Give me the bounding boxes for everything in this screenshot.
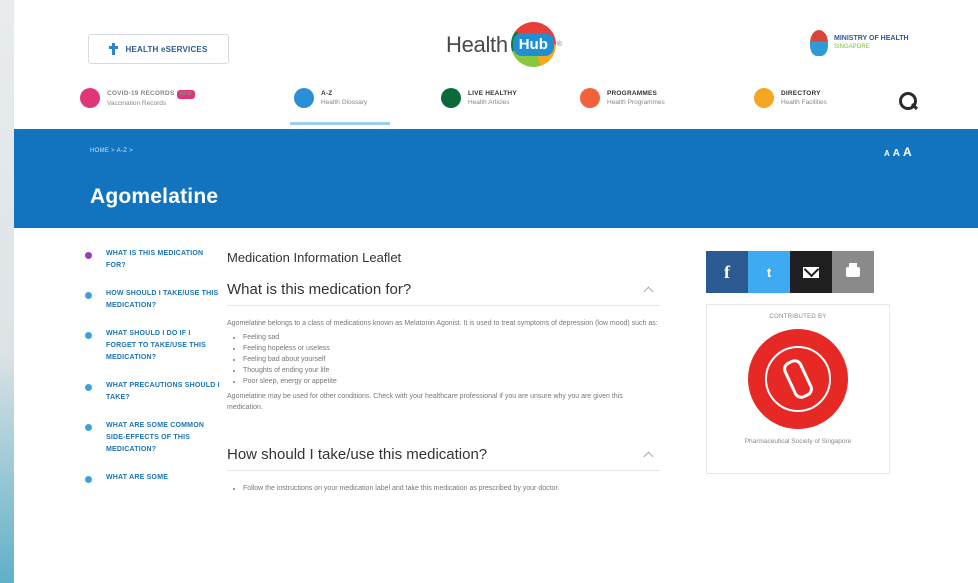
- nav-programmes[interactable]: PROGRAMMES Health Programmes: [580, 88, 665, 108]
- section-body: Agomelatine belongs to a class of medica…: [227, 318, 660, 413]
- page: HEALTH eSERVICES Health Hub ® MINISTRY O…: [14, 0, 978, 583]
- toc-dot-icon: [85, 292, 92, 299]
- text-size-controls: A A A: [884, 145, 912, 159]
- section-header-medication-for[interactable]: What is this medication for?: [227, 281, 660, 306]
- registered-mark: ®: [556, 41, 562, 48]
- new-badge: NEW: [176, 89, 195, 99]
- toc-item[interactable]: WHAT PRECAUTIONS SHOULD I TAKE?: [82, 380, 222, 404]
- medical-cross-icon: [109, 43, 119, 55]
- toc-dot-icon: [85, 476, 92, 483]
- section-heading: What is this medication for?: [227, 281, 412, 298]
- list-item: Feeling sad: [243, 332, 660, 343]
- page-banner: HOME > A-Z > A A A Agomelatine: [14, 129, 978, 228]
- toc-dot-icon: [85, 252, 92, 259]
- list-item: Follow the instructions on your medicati…: [243, 483, 660, 494]
- facebook-share-button[interactable]: f: [706, 251, 748, 293]
- covid-records-icon: [80, 88, 100, 108]
- chevron-up-icon[interactable]: [643, 451, 654, 462]
- toc-item[interactable]: HOW SHOULD I TAKE/USE THIS MEDICATION?: [82, 288, 222, 312]
- email-share-button[interactable]: [790, 251, 832, 293]
- text-size-medium[interactable]: A: [893, 148, 900, 159]
- nav-directory[interactable]: DIRECTORY Health Facilities: [754, 88, 827, 108]
- toc-item[interactable]: WHAT ARE SOME: [82, 472, 222, 484]
- contributor-card: CONTRIBUTED BY Pharmaceutical Society of…: [706, 304, 890, 474]
- section-heading: How should I take/use this medication?: [227, 446, 488, 463]
- live-healthy-icon: [441, 88, 461, 108]
- symptom-list: Feeling sad Feeling hopeless or useless …: [243, 332, 660, 387]
- page-title: Agomelatine: [90, 185, 219, 208]
- healthhub-logo[interactable]: Health Hub ®: [446, 22, 562, 67]
- health-eservices-label: HEALTH eSERVICES: [125, 44, 208, 54]
- nav-a-z[interactable]: A-Z Health Glossary: [294, 88, 367, 108]
- section-intro: Agomelatine belongs to a class of medica…: [227, 320, 658, 327]
- list-item: Poor sleep, energy or appetite: [243, 376, 660, 387]
- toc-dot-icon: [85, 424, 92, 431]
- active-tab-indicator: [290, 122, 390, 125]
- chevron-up-icon[interactable]: [643, 286, 654, 297]
- list-item: Feeling hopeless or useless: [243, 343, 660, 354]
- programmes-icon: [580, 88, 600, 108]
- toc-dot-icon: [85, 332, 92, 339]
- moh-text: MINISTRY OF HEALTH SINGAPORE: [834, 35, 909, 50]
- contributor-name: Pharmaceutical Society of Singapore: [744, 438, 852, 445]
- facebook-icon: f: [724, 261, 730, 282]
- print-button[interactable]: [832, 251, 874, 293]
- directory-icon: [754, 88, 774, 108]
- search-icon[interactable]: [899, 92, 919, 112]
- logo-text: Health: [446, 31, 508, 57]
- moh-crest-icon: [810, 30, 828, 56]
- instruction-list: Follow the instructions on your medicati…: [243, 483, 660, 494]
- leaflet-title: Medication Information Leaflet: [227, 250, 402, 265]
- toc-dot-icon: [85, 384, 92, 391]
- nav-covid-records[interactable]: COVID-19 RECORDS NEW Vaccination Records: [80, 88, 195, 108]
- text-size-large[interactable]: A: [903, 145, 912, 159]
- breadcrumb[interactable]: HOME > A-Z >: [90, 148, 133, 154]
- section-header-how-to-take[interactable]: How should I take/use this medication?: [227, 446, 660, 471]
- section-body: Follow the instructions on your medicati…: [227, 483, 660, 494]
- logo-badge: Hub: [510, 22, 556, 67]
- main-content: Medication Information Leaflet What is t…: [227, 242, 660, 498]
- section-outro: Agomelatine may be used for other condit…: [227, 393, 623, 411]
- mail-icon: [803, 266, 819, 278]
- moh-logo[interactable]: MINISTRY OF HEALTH SINGAPORE: [810, 30, 909, 56]
- twitter-icon: t: [766, 264, 772, 280]
- twitter-share-button[interactable]: t: [748, 251, 790, 293]
- pharmaceutical-society-seal-logo: [748, 329, 848, 429]
- contributed-by-label: CONTRIBUTED BY: [769, 314, 827, 320]
- toc-item[interactable]: WHAT IS THIS MEDICATION FOR?: [82, 248, 222, 272]
- background-edge: [0, 0, 14, 583]
- nav-live-healthy[interactable]: LIVE HEALTHY Health Articles: [441, 88, 517, 108]
- text-size-small[interactable]: A: [884, 149, 890, 158]
- print-icon: [846, 263, 860, 277]
- list-item: Feeling bad about yourself: [243, 354, 660, 365]
- main-nav: COVID-19 RECORDS NEW Vaccination Records A…: [14, 84, 978, 128]
- glossary-icon: [294, 88, 314, 108]
- health-eservices-button[interactable]: HEALTH eSERVICES: [88, 34, 229, 64]
- table-of-contents: WHAT IS THIS MEDICATION FOR? HOW SHOULD …: [82, 248, 222, 500]
- list-item: Thoughts of ending your life: [243, 365, 660, 376]
- share-bar: f t: [706, 251, 874, 293]
- toc-item[interactable]: WHAT SHOULD I DO IF I FORGET TO TAKE/USE…: [82, 328, 222, 364]
- toc-item[interactable]: WHAT ARE SOME COMMON SIDE-EFFECTS OF THI…: [82, 420, 222, 456]
